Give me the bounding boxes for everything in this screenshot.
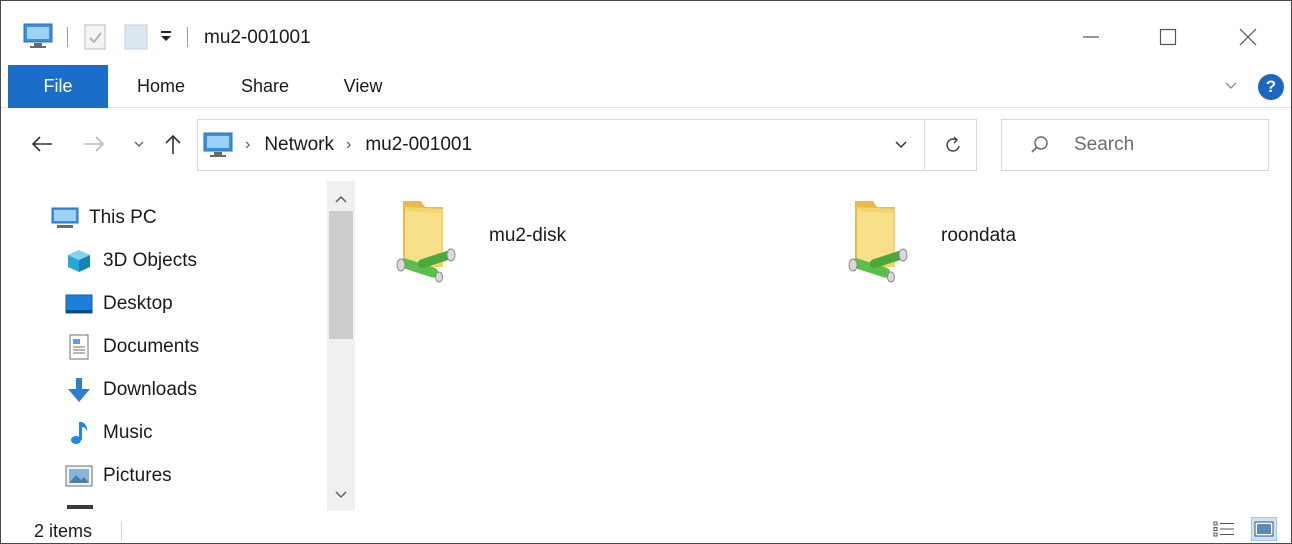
sidebar-item-label: 3D Objects [103,250,197,271]
sidebar-item-label: Desktop [103,293,173,314]
up-arrow-icon[interactable] [161,131,185,157]
network-folder-icon [391,197,463,292]
refresh-icon[interactable] [931,120,977,170]
sidebar-item-pictures[interactable]: Pictures [65,456,172,496]
breadcrumb-current[interactable]: mu2-001001 [365,134,472,156]
help-icon[interactable]: ? [1258,74,1284,100]
forward-arrow-icon[interactable] [81,131,107,157]
title-bar[interactable]: mu2-001001 [1,1,1291,64]
navigation-pane: This PC 3D Objects Desktop Documents Dow… [1,181,327,511]
status-separator [121,521,122,541]
sidebar-item-music[interactable]: Music [65,413,153,453]
scroll-up-icon[interactable] [327,185,355,213]
computer-icon[interactable] [23,23,53,54]
sidebar-item-label: Music [103,422,153,443]
window-title: mu2-001001 [204,27,311,48]
breadcrumb-separator-icon[interactable]: › [245,136,250,154]
toolbar-separator [187,27,188,47]
sidebar-item-3d-objects[interactable]: 3D Objects [65,241,197,281]
list-item[interactable]: roondata [843,191,1143,283]
address-history-dropdown-icon[interactable] [877,120,925,170]
picture-icon [65,464,93,488]
file-name: mu2-disk [489,225,567,246]
file-name: roondata [941,225,1017,246]
sidebar-item-desktop[interactable]: Desktop [65,284,173,324]
toolbar-separator [67,27,68,47]
status-bar: 2 items [1,511,1291,543]
file-list: mu2-disk roondata [355,181,1291,511]
desktop-icon [65,292,93,316]
item-count: 2 items [34,521,93,541]
details-view-button[interactable] [1211,517,1237,541]
pc-icon [51,206,79,230]
tab-share[interactable]: Share [229,65,301,108]
tab-home[interactable]: Home [125,65,197,108]
breadcrumb-separator-icon[interactable]: › [346,136,351,154]
sidebar-item-label: Documents [103,336,200,357]
sidebar-item-partial [67,505,93,509]
tab-view[interactable]: View [331,65,395,108]
scrollbar-thumb[interactable] [329,211,353,339]
search-box[interactable] [1001,119,1269,171]
back-arrow-icon[interactable] [29,131,55,157]
breadcrumb[interactable]: › Network › mu2-001001 [199,120,924,170]
sidebar-item-documents[interactable]: Documents [65,327,199,367]
large-icons-view-button[interactable] [1251,517,1277,541]
search-icon [1030,135,1050,155]
list-item[interactable]: mu2-disk [391,191,691,283]
document-icon [65,334,93,360]
music-note-icon [65,421,93,445]
recent-locations-chevron-icon[interactable] [131,131,147,157]
maximize-button[interactable] [1145,19,1191,55]
customize-toolbar-dropdown-icon[interactable] [159,29,173,48]
sidebar-item-this-pc[interactable]: This PC [51,198,157,238]
new-folder-icon[interactable] [123,23,149,56]
file-explorer-window: mu2-001001 File Home Share View ? › Netw… [0,0,1292,544]
expand-ribbon-icon[interactable] [1223,77,1239,98]
network-folder-icon [843,197,915,292]
sidebar-item-label: Pictures [103,465,172,486]
properties-icon[interactable] [83,23,107,56]
scroll-down-icon[interactable] [327,481,355,509]
breadcrumb-network[interactable]: Network [264,134,334,156]
close-button[interactable] [1225,19,1271,55]
tab-file[interactable]: File [8,65,108,108]
cube-icon [65,249,93,273]
download-arrow-icon [65,378,93,402]
network-location-icon [203,132,233,158]
minimize-button[interactable] [1068,19,1114,55]
sidebar-item-label: This PC [89,207,157,228]
sidebar-item-downloads[interactable]: Downloads [65,370,197,410]
ribbon-tabs: File Home Share View ? [1,65,1291,108]
search-input[interactable] [1074,134,1254,156]
sidebar-item-label: Downloads [103,379,197,400]
